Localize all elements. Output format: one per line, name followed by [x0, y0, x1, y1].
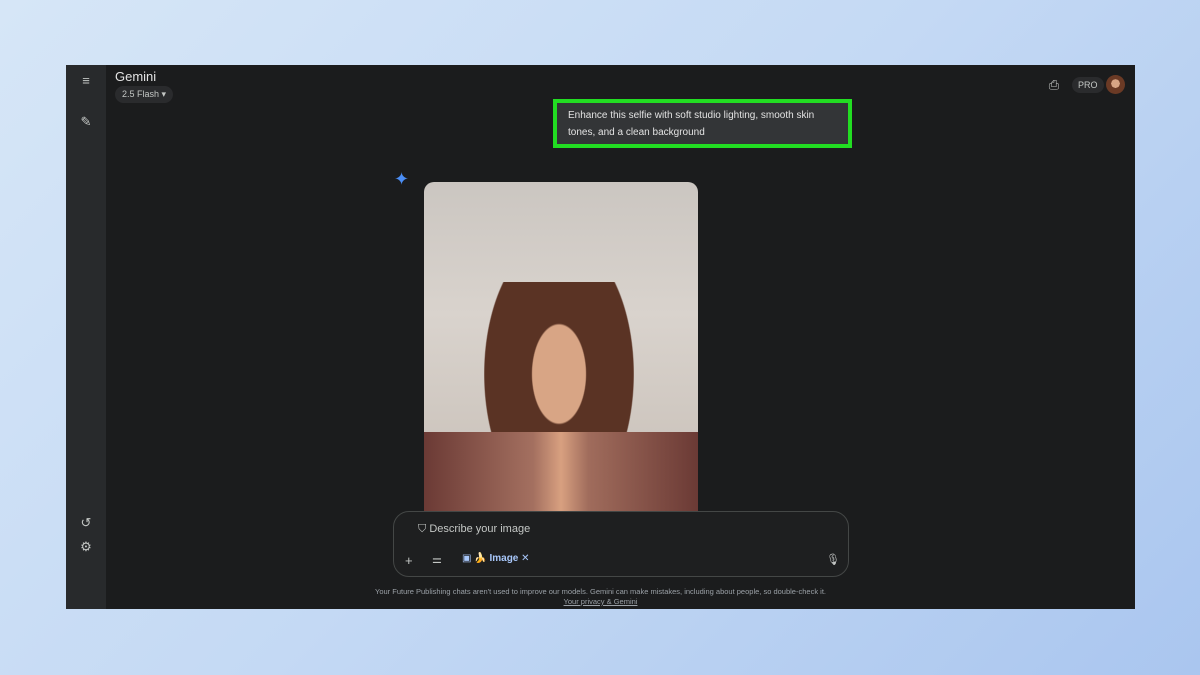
sidebar: ≡ ✎ ↺ ⚙ — [66, 65, 106, 609]
microphone-icon[interactable]: 🎙 — [826, 553, 840, 566]
image-icon: ▣ 🍌 — [462, 553, 487, 564]
privacy-link[interactable]: Your privacy & Gemini — [66, 597, 1135, 606]
banana-icon: ⛉ — [418, 523, 426, 535]
close-icon[interactable]: ✕ — [521, 553, 529, 564]
prompt-input-box[interactable]: ⛉ Describe your image + ⚌ ▣ 🍌 Image ✕ 🎙 — [393, 511, 849, 577]
model-selector[interactable]: 2.5 Flash ▾ — [115, 86, 173, 103]
chip-label: Image — [489, 553, 518, 564]
prompt-placeholder[interactable]: Describe your image — [429, 523, 530, 535]
image-tool-chip[interactable]: ▣ 🍌 Image ✕ — [462, 553, 530, 564]
app-title: Gemini — [115, 69, 156, 84]
new-chat-icon[interactable]: ✎ — [77, 114, 95, 130]
avatar[interactable] — [1106, 75, 1125, 94]
pro-badge[interactable]: PRO — [1072, 77, 1104, 93]
generated-image[interactable] — [424, 182, 698, 512]
model-label: 2.5 Flash — [122, 89, 159, 99]
gemini-spark-icon: ✦ — [394, 169, 409, 190]
tools-icon[interactable]: ⚌ — [432, 553, 442, 566]
disclaimer: Your Future Publishing chats aren't used… — [66, 587, 1135, 596]
user-prompt-bubble: Enhance this selfie with soft studio lig… — [553, 99, 852, 148]
gemini-window: ≡ ✎ ↺ ⚙ Gemini 2.5 Flash ▾ ⎙ PRO Enhance… — [66, 65, 1135, 609]
settings-icon[interactable]: ⚙ — [77, 539, 95, 555]
chevron-down-icon: ▾ — [162, 89, 167, 99]
gift-icon[interactable]: ⎙ — [1045, 77, 1063, 93]
menu-icon[interactable]: ≡ — [77, 73, 95, 88]
history-icon[interactable]: ↺ — [77, 515, 95, 531]
add-icon[interactable]: + — [405, 553, 413, 568]
